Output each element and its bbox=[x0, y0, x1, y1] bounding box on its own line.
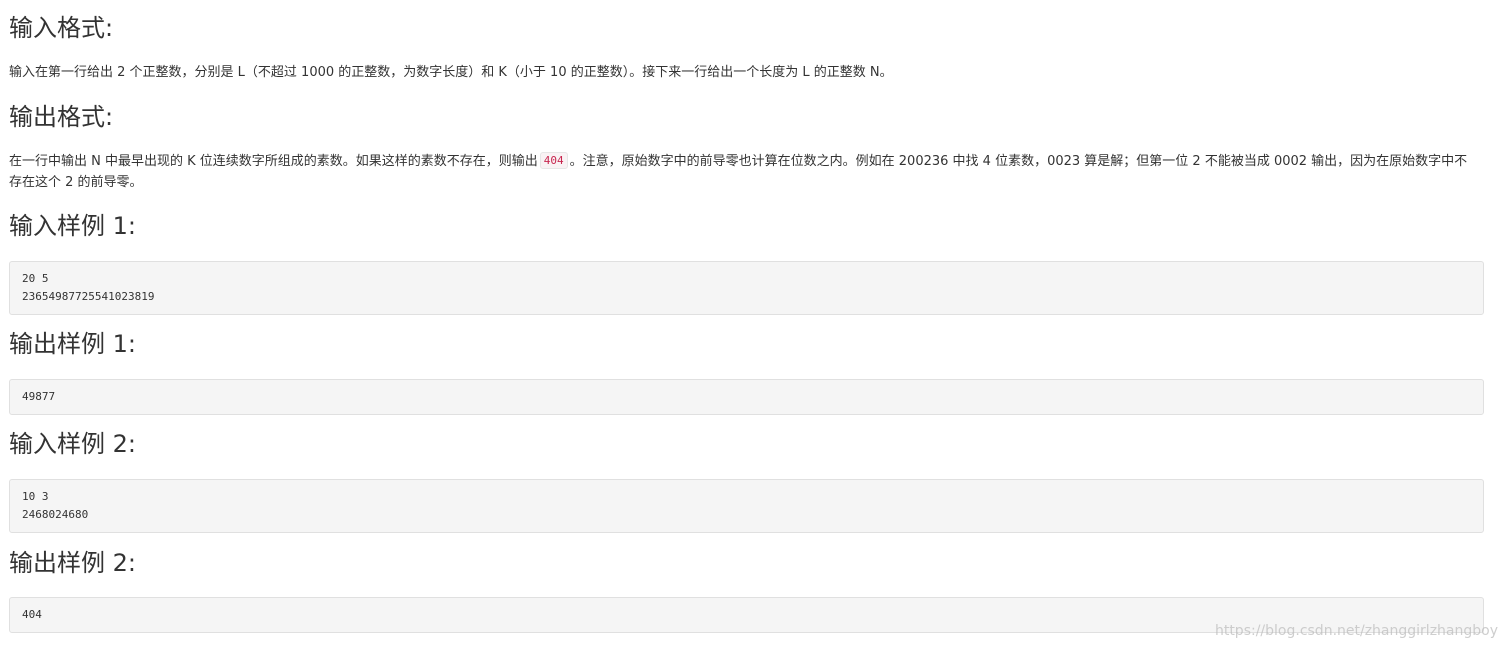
sample-input-2-heading: 输入样例 2: bbox=[9, 430, 136, 458]
sample-output-1-line-1: 49877 bbox=[22, 390, 56, 403]
sample-input-1-code: 20 5 23654987725541023819 bbox=[9, 261, 1484, 315]
sample-input-1-line-2: 23654987725541023819 bbox=[22, 290, 155, 303]
input-format-text: 输入在第一行给出 2 个正整数，分别是 L（不超过 1000 的正整数，为数字长… bbox=[9, 65, 893, 80]
output-format-heading: 输出格式: bbox=[9, 103, 114, 131]
sample-input-2-line-1: 10 3 bbox=[22, 490, 49, 503]
sample-input-1-line-1: 20 5 bbox=[22, 272, 49, 285]
inline-code-404: 404 bbox=[539, 152, 568, 169]
sample-output-1-code: 49877 bbox=[9, 379, 1484, 415]
output-format-text-before: 在一行中输出 N 中最早出现的 K 位连续数字所组成的素数。如果这样的素数不存在… bbox=[9, 154, 538, 169]
input-format-heading: 输入格式: bbox=[9, 14, 114, 42]
csdn-watermark: https://blog.csdn.net/zhanggirlzhangboy bbox=[1214, 623, 1498, 639]
sample-output-2-line-1: 404 bbox=[22, 608, 42, 621]
sample-input-1-heading: 输入样例 1: bbox=[9, 212, 136, 240]
sample-input-2-code: 10 3 2468024680 bbox=[9, 479, 1484, 533]
sample-input-2-line-2: 2468024680 bbox=[22, 508, 89, 521]
output-format-text: 在一行中输出 N 中最早出现的 K 位连续数字所组成的素数。如果这样的素数不存在… bbox=[9, 151, 1479, 193]
problem-statement: 输入格式: 输入在第一行给出 2 个正整数，分别是 L（不超过 1000 的正整… bbox=[0, 0, 1508, 647]
sample-output-2-heading: 输出样例 2: bbox=[9, 549, 136, 577]
sample-output-1-heading: 输出样例 1: bbox=[9, 330, 136, 358]
